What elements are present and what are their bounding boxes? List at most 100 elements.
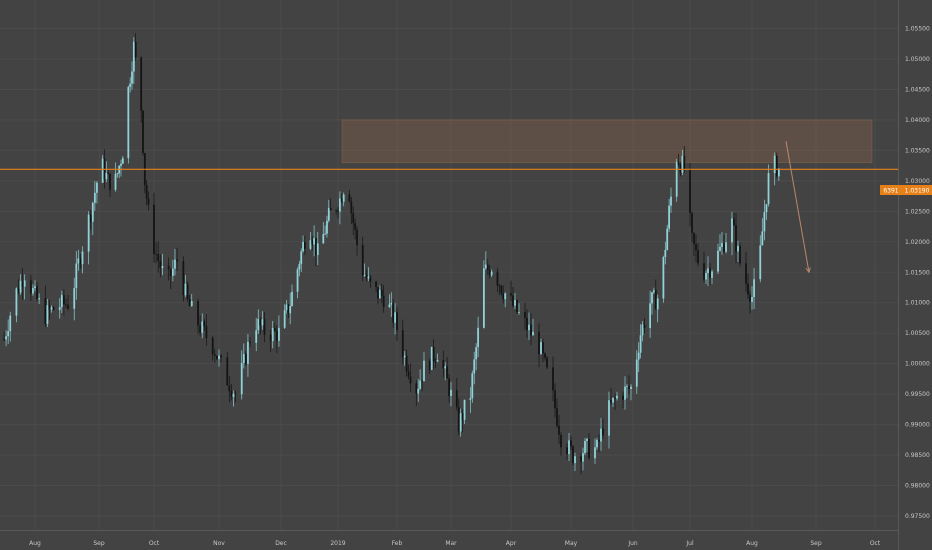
candle-up bbox=[50, 307, 53, 310]
candle-up bbox=[635, 359, 638, 387]
candle-up bbox=[423, 360, 425, 382]
candle-up bbox=[459, 413, 462, 432]
candle-up bbox=[584, 440, 586, 454]
candle-down bbox=[244, 354, 247, 364]
candle-down bbox=[21, 280, 24, 287]
candle-up bbox=[271, 328, 274, 342]
candle-down bbox=[572, 446, 574, 464]
candle-down bbox=[432, 346, 435, 362]
candle-up bbox=[201, 321, 204, 333]
candle-down bbox=[269, 334, 272, 342]
candle-up bbox=[232, 393, 235, 397]
candle-up bbox=[326, 220, 328, 234]
candle-down bbox=[455, 389, 458, 408]
candle-down bbox=[622, 395, 624, 400]
candle-up bbox=[773, 155, 776, 174]
candle-up bbox=[339, 198, 341, 212]
candle-up bbox=[240, 363, 243, 395]
candle-up bbox=[528, 324, 530, 331]
candle-down bbox=[199, 325, 202, 333]
candle-down bbox=[157, 254, 160, 261]
candle-up bbox=[471, 373, 474, 399]
time-tick-label: Feb bbox=[392, 540, 403, 547]
candle-down bbox=[36, 286, 38, 300]
candle-up bbox=[639, 335, 642, 353]
price-chart[interactable]: 0.97500 0.98000 0.98500 0.99000 0.99500 1.000… bbox=[0, 0, 932, 550]
candle-up bbox=[324, 233, 327, 235]
candle-down bbox=[405, 355, 408, 372]
candle-down bbox=[109, 173, 111, 190]
candle-up bbox=[436, 360, 439, 362]
candle-down bbox=[498, 285, 501, 287]
candle-down bbox=[610, 400, 612, 403]
candle-up bbox=[763, 212, 766, 232]
price-tick-label: 1.03500 bbox=[905, 147, 930, 154]
candle-down bbox=[147, 198, 150, 205]
candle-up bbox=[327, 207, 330, 221]
candle-up bbox=[751, 297, 753, 303]
candle-up bbox=[711, 271, 713, 278]
candle-up bbox=[23, 280, 26, 287]
candle-up bbox=[670, 196, 672, 206]
candle-down bbox=[361, 244, 364, 276]
time-tick-label: Sep bbox=[93, 540, 105, 547]
candle-up bbox=[242, 354, 245, 364]
candle-down bbox=[263, 319, 266, 335]
candle-up bbox=[291, 291, 293, 307]
candle-up bbox=[129, 83, 132, 87]
candle-up bbox=[127, 86, 130, 159]
candle-down bbox=[580, 456, 582, 462]
price-tick-label: 0.99500 bbox=[905, 391, 930, 398]
candle-down bbox=[530, 324, 532, 336]
candle-down bbox=[3, 339, 5, 341]
candle-up bbox=[184, 283, 187, 296]
candle-up bbox=[705, 273, 707, 280]
candle-up bbox=[596, 440, 598, 448]
candle-down bbox=[428, 360, 431, 370]
candle-up bbox=[257, 318, 260, 331]
candle-down bbox=[588, 438, 590, 459]
candle-down bbox=[421, 380, 423, 382]
candle-down bbox=[375, 281, 377, 288]
candle-down bbox=[598, 440, 600, 442]
candle-down bbox=[142, 110, 144, 154]
candle-down bbox=[461, 413, 464, 420]
candle-down bbox=[512, 295, 514, 306]
candle-down bbox=[691, 213, 693, 233]
candle-down bbox=[570, 440, 572, 447]
candle-down bbox=[526, 317, 528, 331]
candle-down bbox=[697, 250, 699, 264]
candle-up bbox=[540, 342, 542, 355]
candle-up bbox=[255, 330, 258, 343]
candle-down bbox=[566, 447, 568, 455]
price-tick-label: 1.00000 bbox=[905, 361, 930, 368]
candle-up bbox=[649, 303, 651, 329]
candle-up bbox=[759, 245, 762, 280]
price-tick-label: 1.01000 bbox=[905, 300, 930, 307]
candle-down bbox=[329, 207, 332, 211]
candle-up bbox=[668, 205, 670, 229]
candle-down bbox=[186, 283, 189, 299]
candle-up bbox=[630, 386, 632, 389]
candle-up bbox=[283, 310, 286, 328]
price-tick-label: 0.98000 bbox=[905, 483, 930, 490]
time-tick-label: Oct bbox=[149, 540, 160, 547]
price-tick-label: 1.01500 bbox=[905, 269, 930, 276]
candle-up bbox=[15, 288, 18, 316]
candle-down bbox=[356, 229, 358, 245]
candle-up bbox=[278, 327, 280, 341]
candle-down bbox=[52, 307, 55, 310]
candle-up bbox=[753, 279, 755, 298]
candle-up bbox=[121, 158, 124, 164]
plot-background bbox=[0, 0, 932, 550]
candle-up bbox=[116, 173, 119, 175]
candle-up bbox=[174, 259, 176, 269]
candle-down bbox=[48, 305, 51, 310]
candle-up bbox=[87, 214, 90, 252]
candle-up bbox=[190, 301, 193, 307]
candle-up bbox=[77, 258, 80, 264]
candle-up bbox=[490, 271, 493, 276]
time-tick-label: Aug bbox=[746, 540, 758, 547]
candle-up bbox=[38, 298, 41, 300]
time-axis[interactable]: Aug Sep Oct Nov Dec 2019 Feb Mar Apr May Jun Jul Aug… bbox=[29, 540, 881, 547]
